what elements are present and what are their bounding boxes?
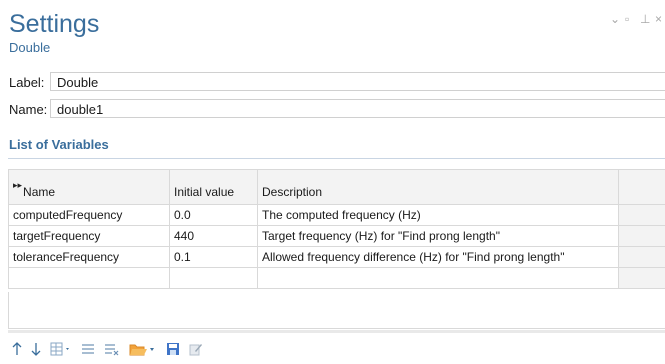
settings-title: Settings (9, 10, 100, 38)
cell-initial-value[interactable]: 0.0 (169, 204, 258, 226)
column-header-description[interactable]: Description (257, 169, 619, 205)
table-row[interactable]: targetFrequency 440 Target frequency (Hz… (8, 225, 665, 247)
cell-extra (618, 267, 665, 289)
load-from-file-icon[interactable] (129, 340, 157, 358)
expand-columns-icon[interactable]: ▸▸ (13, 180, 22, 190)
label-caption: Label: (9, 75, 45, 90)
cell-name[interactable]: toleranceFrequency (8, 246, 170, 268)
table-toolbar (12, 339, 203, 359)
cell-name[interactable] (8, 267, 170, 289)
pin-icon[interactable]: ⊥ (640, 12, 650, 26)
cell-initial-value[interactable] (169, 267, 258, 289)
name-caption: Name: (9, 102, 48, 117)
name-field[interactable]: double1 (50, 99, 665, 118)
table-empty-area (8, 292, 665, 329)
chevron-down-icon[interactable]: ⌄ (610, 12, 620, 26)
edit-icon[interactable] (189, 340, 203, 358)
table-row[interactable]: toleranceFrequency 0.1 Allowed frequency… (8, 246, 665, 268)
column-header-initial-value[interactable]: Initial value (169, 169, 258, 205)
restore-icon[interactable]: ▫ (625, 12, 629, 26)
cell-extra (618, 225, 665, 247)
variables-table: ▸▸Name Initial value Description compute… (8, 169, 665, 289)
cell-initial-value[interactable]: 0.1 (169, 246, 258, 268)
table-row[interactable]: computedFrequency 0.0 The computed frequ… (8, 204, 665, 226)
cell-extra (618, 204, 665, 226)
section-title-list-of-variables[interactable]: List of Variables (9, 137, 109, 152)
cell-description[interactable]: Target frequency (Hz) for "Find prong le… (257, 225, 619, 247)
close-icon[interactable]: × (655, 12, 662, 26)
cell-name[interactable]: targetFrequency (8, 225, 170, 247)
add-table-icon[interactable] (50, 340, 72, 358)
cell-description[interactable] (257, 267, 619, 289)
section-divider (8, 158, 665, 159)
cell-name[interactable]: computedFrequency (8, 204, 170, 226)
delete-rows-icon[interactable] (104, 340, 120, 358)
column-header-extra (618, 169, 665, 205)
column-header-name[interactable]: ▸▸Name (8, 169, 170, 205)
clear-table-icon[interactable] (81, 340, 95, 358)
label-field[interactable]: Double (50, 72, 665, 91)
save-to-file-icon[interactable] (166, 340, 180, 358)
cell-description[interactable]: Allowed frequency difference (Hz) for "F… (257, 246, 619, 268)
move-down-icon[interactable] (31, 340, 41, 358)
cell-extra (618, 246, 665, 268)
move-up-icon[interactable] (12, 340, 22, 358)
cell-initial-value[interactable]: 440 (169, 225, 258, 247)
cell-description[interactable]: The computed frequency (Hz) (257, 204, 619, 226)
node-type-subtitle: Double (9, 40, 51, 55)
table-row-empty[interactable] (8, 267, 665, 289)
table-scrollbar[interactable] (8, 330, 665, 333)
